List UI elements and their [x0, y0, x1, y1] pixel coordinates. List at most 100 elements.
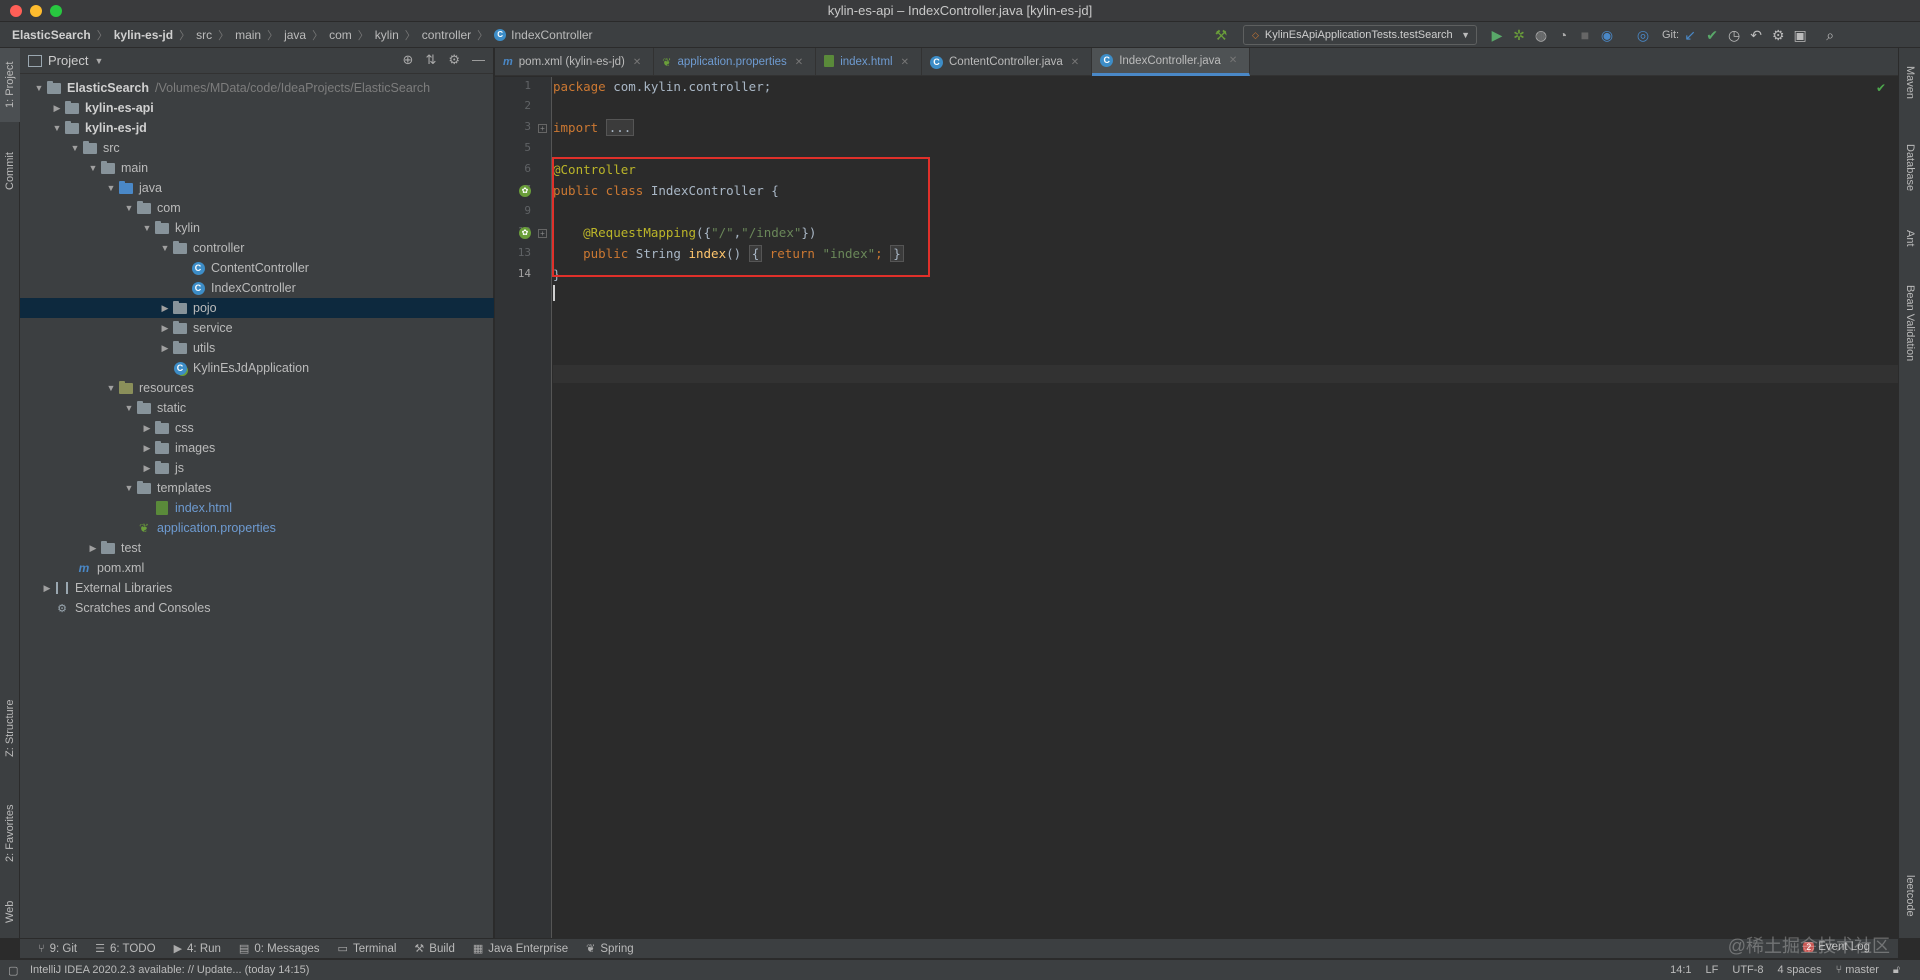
tab-leetcode[interactable]: leetcode	[1899, 858, 1920, 933]
tree-node-package[interactable]: ▶ service	[20, 318, 494, 338]
git-commit-icon[interactable]: ✔	[1701, 24, 1723, 46]
tab-build[interactable]: ⚒ Build	[414, 942, 454, 956]
tree-node-class[interactable]: C KylinEsJdApplication	[20, 358, 494, 378]
tab-run[interactable]: ▶ 4: Run	[174, 942, 221, 956]
more-run-icon[interactable]: ◉	[1596, 24, 1618, 46]
search-icon[interactable]: ⌕	[1819, 24, 1841, 46]
tree-node-folder[interactable]: ▼ src	[20, 138, 494, 158]
tree-node-folder[interactable]: ▼ resources	[20, 378, 494, 398]
tree-node-folder[interactable]: ▼ java	[20, 178, 494, 198]
tree-node-package[interactable]: ▼ com	[20, 198, 494, 218]
build-hammer-icon[interactable]: ⚒	[1210, 24, 1232, 46]
locate-file-icon[interactable]: ⊕	[403, 52, 414, 68]
breadcrumb-item[interactable]: src 〉	[196, 27, 235, 43]
collapsed-arrow-icon[interactable]: ▶	[140, 463, 154, 474]
tree-node-file[interactable]: ❦ application.properties	[20, 518, 494, 538]
request-mapping-gutter-icon[interactable]: ✿	[519, 227, 531, 239]
collapse-all-icon[interactable]: ⇅	[425, 52, 436, 68]
close-icon[interactable]: ✕	[1071, 57, 1079, 68]
spring-bean-gutter-icon[interactable]: ✿	[519, 185, 531, 197]
breadcrumb-item[interactable]: C IndexController	[494, 28, 593, 42]
close-icon[interactable]: ✕	[901, 57, 909, 68]
close-icon[interactable]: ✕	[633, 57, 641, 68]
expand-arrow-icon[interactable]: ▼	[122, 203, 136, 213]
git-rollback-icon[interactable]: ↶	[1745, 24, 1767, 46]
tree-node-file[interactable]: m pom.xml	[20, 558, 494, 578]
expand-arrow-icon[interactable]: ▼	[122, 483, 136, 493]
breadcrumb-item[interactable]: com 〉	[329, 27, 375, 43]
collapsed-arrow-icon[interactable]: ▶	[140, 423, 154, 434]
collapsed-arrow-icon[interactable]: ▶	[158, 323, 172, 334]
expand-arrow-icon[interactable]: ▼	[104, 383, 118, 393]
toggle-tool-windows-icon[interactable]: ▢	[8, 964, 18, 977]
expand-arrow-icon[interactable]: ▼	[68, 143, 82, 153]
tree-node-folder[interactable]: ▼ templates	[20, 478, 494, 498]
coverage-icon[interactable]: ◍	[1530, 24, 1552, 46]
fold-marker-icon[interactable]: +	[538, 124, 547, 133]
search-everywhere-icon[interactable]: ◎	[1632, 24, 1654, 46]
stop-icon[interactable]: ■	[1574, 24, 1596, 46]
collapsed-arrow-icon[interactable]: ▶	[140, 443, 154, 454]
tree-node-folder[interactable]: ▶ images	[20, 438, 494, 458]
tab-index-html[interactable]: index.html ✕	[816, 48, 922, 76]
tree-node-package-selected[interactable]: ▶ pojo	[20, 298, 494, 318]
tab-bean-validation[interactable]: Bean Validation	[1899, 268, 1920, 378]
lock-icon[interactable]: 🔓︎	[1893, 964, 1900, 977]
tab-web[interactable]: Web	[0, 888, 20, 936]
expand-arrow-icon[interactable]: ▼	[140, 223, 154, 233]
tree-node-class[interactable]: C IndexController	[20, 278, 494, 298]
tree-node-package[interactable]: ▼ kylin	[20, 218, 494, 238]
collapsed-arrow-icon[interactable]: ▶	[158, 303, 172, 314]
close-icon[interactable]: ✕	[1229, 55, 1237, 66]
tab-favorites[interactable]: 2: Favorites	[0, 788, 20, 878]
tab-spring[interactable]: ❦ Spring	[586, 942, 633, 956]
expand-arrow-icon[interactable]: ▼	[32, 83, 46, 93]
tab-terminal[interactable]: ▭ Terminal	[338, 942, 397, 956]
expand-arrow-icon[interactable]: ▼	[104, 183, 118, 193]
expand-arrow-icon[interactable]: ▼	[122, 403, 136, 413]
tree-node-module[interactable]: ▼ kylin-es-jd	[20, 118, 494, 138]
collapsed-arrow-icon[interactable]: ▶	[40, 583, 54, 594]
tree-node-external-libraries[interactable]: ▶ External Libraries	[20, 578, 494, 598]
tab-ant[interactable]: Ant	[1899, 218, 1920, 258]
expand-arrow-icon[interactable]: ▼	[158, 243, 172, 253]
breadcrumb-item[interactable]: ElasticSearch 〉	[12, 27, 114, 43]
folded-imports[interactable]: ...	[605, 119, 635, 136]
tree-node-folder[interactable]: ▶ css	[20, 418, 494, 438]
tab-structure[interactable]: Z: Structure	[0, 688, 20, 768]
tab-project[interactable]: 1: Project	[0, 48, 20, 122]
tree-node-package[interactable]: ▼ controller	[20, 238, 494, 258]
tab-java-enterprise[interactable]: ▦ Java Enterprise	[473, 942, 568, 956]
code-editor[interactable]: ✔ 1 2 3 + 5 6 7 ✿ 9 10 ✿ + 13 14 package…	[495, 77, 1898, 938]
caret-position[interactable]: 14:1	[1670, 964, 1691, 977]
status-message[interactable]: IntelliJ IDEA 2020.2.3 available: // Upd…	[30, 964, 309, 976]
breadcrumb-item[interactable]: kylin 〉	[375, 27, 422, 43]
breadcrumb-item[interactable]: java 〉	[284, 27, 329, 43]
gear-icon[interactable]: ⚙	[448, 52, 460, 68]
tab-messages[interactable]: ▤ 0: Messages	[239, 942, 320, 956]
tab-todo[interactable]: ☰ 6: TODO	[95, 942, 155, 956]
expand-arrow-icon[interactable]: ▼	[50, 123, 64, 133]
tree-node-module[interactable]: ▶ kylin-es-api	[20, 98, 494, 118]
tree-node-folder[interactable]: ▶ js	[20, 458, 494, 478]
tab-pom-xml[interactable]: m pom.xml (kylin-es-jd) ✕	[495, 48, 655, 76]
git-history-icon[interactable]: ◷	[1723, 24, 1745, 46]
collapsed-arrow-icon[interactable]: ▶	[158, 343, 172, 354]
breadcrumb-item[interactable]: controller 〉	[422, 27, 494, 43]
run-icon[interactable]: ▶	[1486, 24, 1508, 46]
file-encoding[interactable]: UTF-8	[1732, 964, 1763, 977]
tree-node-file[interactable]: index.html	[20, 498, 494, 518]
tab-application-properties[interactable]: ❦ application.properties ✕	[654, 48, 817, 76]
tree-node-folder[interactable]: ▼ main	[20, 158, 494, 178]
tree-node-scratches[interactable]: ⚙ Scratches and Consoles	[20, 598, 494, 618]
breadcrumb-item[interactable]: kylin-es-jd 〉	[114, 27, 196, 43]
tree-node-package[interactable]: ▶ utils	[20, 338, 494, 358]
expand-arrow-icon[interactable]: ▼	[86, 163, 100, 173]
debug-icon[interactable]: ✲	[1508, 24, 1530, 46]
tab-git[interactable]: ⑂ 9: Git	[38, 943, 77, 955]
git-update-icon[interactable]: ↙	[1679, 24, 1701, 46]
chevron-down-icon[interactable]: ▼	[94, 56, 103, 66]
close-window-button[interactable]	[10, 5, 22, 17]
tab-content-controller[interactable]: C ContentController.java ✕	[922, 48, 1093, 76]
close-icon[interactable]: ✕	[795, 57, 803, 68]
